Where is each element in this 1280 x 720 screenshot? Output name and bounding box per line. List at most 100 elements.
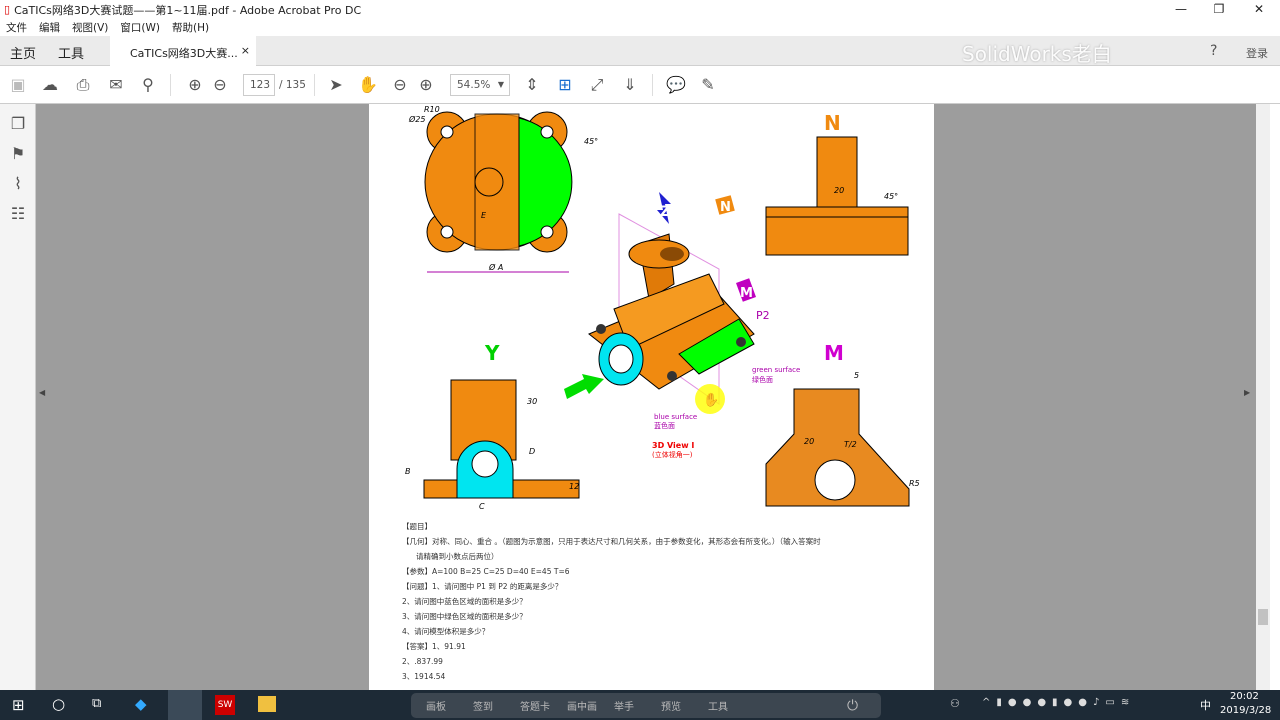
toolbar-draw-board[interactable]: 画板 xyxy=(426,698,473,713)
fit-page-icon[interactable]: ⊞ xyxy=(555,75,575,95)
menu-window[interactable]: 窗口(W) xyxy=(120,20,160,35)
previous-page-icon[interactable]: ⊕ xyxy=(185,75,205,95)
cortana-icon[interactable]: ○ xyxy=(52,695,65,713)
help-icon[interactable]: ? xyxy=(1210,43,1217,59)
toolbar-pip[interactable]: 画中画 xyxy=(567,698,614,713)
page-total: / 135 xyxy=(279,79,306,91)
pdf-icon: ▯ xyxy=(4,3,11,16)
svg-text:R10: R10 xyxy=(424,105,440,114)
file-explorer-icon[interactable] xyxy=(258,696,276,712)
toolbar-preview[interactable]: 预览 xyxy=(661,698,708,713)
hand-tool-icon[interactable]: ✋ xyxy=(358,75,378,95)
power-icon[interactable]: ⏻ xyxy=(847,698,858,714)
toolbar: ▣ ☁ ⎙ ✉ ⚲ ⊕ ⊖ 123 / 135 ➤ ✋ ⊖ ⊕ 54.5% ▼ ⇕… xyxy=(0,66,1280,104)
attachment-icon[interactable]: ⌇ xyxy=(8,174,28,194)
toolbar-tools[interactable]: 工具 xyxy=(708,698,755,713)
windows-start-icon[interactable]: ⊞ xyxy=(12,696,25,714)
read-mode-icon[interactable]: ⇓ xyxy=(620,75,640,95)
watermark: SolidWorks老白 xyxy=(962,42,1112,66)
pen-icon[interactable]: ✎ xyxy=(698,75,718,95)
solidworks-taskbar-icon[interactable]: SW xyxy=(215,695,235,715)
people-icon[interactable]: ⚇ xyxy=(950,697,960,710)
tab-home[interactable]: 主页 xyxy=(10,43,36,62)
scroll-mode-icon[interactable]: ⇕ xyxy=(522,75,542,95)
svg-text:12: 12 xyxy=(569,482,579,491)
svg-text:30: 30 xyxy=(527,397,537,406)
document-tab-label: CaTICs网络3D大赛... xyxy=(130,47,238,60)
taskbar: ⊞ ○ ⧉ ◆ SW 画板 签到 答题卡 画中画 举手 预览 工具 ⏻ ⚇ ^▮… xyxy=(0,690,1280,720)
close-button[interactable]: ✕ xyxy=(1240,0,1278,19)
svg-text:C: C xyxy=(479,502,485,511)
search-icon[interactable]: ⚲ xyxy=(138,75,158,95)
save-icon[interactable]: ▣ xyxy=(8,75,28,95)
menu-help[interactable]: 帮助(H) xyxy=(172,20,209,35)
floating-class-toolbar: 画板 签到 答题卡 画中画 举手 预览 工具 ⏻ xyxy=(411,693,881,718)
label-m: M xyxy=(824,341,844,365)
close-tab-button[interactable]: × xyxy=(241,44,250,57)
login-link[interactable]: 登录 xyxy=(1246,45,1268,61)
svg-text:blue surface: blue surface xyxy=(654,413,697,421)
acrobat-taskbar-icon[interactable] xyxy=(168,690,202,720)
full-screen-icon[interactable]: ⤢ xyxy=(587,75,607,95)
vertical-scrollbar[interactable] xyxy=(1256,104,1270,690)
svg-text:5: 5 xyxy=(854,371,859,380)
svg-text:45°: 45° xyxy=(884,192,898,201)
title-bar: ▯ CaTICs网络3D大赛试题——第1~11届.pdf - Adobe Acr… xyxy=(0,0,1280,19)
maximize-button[interactable]: ❐ xyxy=(1200,0,1238,19)
svg-text:Ø25: Ø25 xyxy=(408,114,425,124)
comment-icon[interactable]: 💬 xyxy=(666,75,686,95)
svg-text:20: 20 xyxy=(834,186,844,195)
tab-bar: 主页 工具 CaTICs网络3D大赛... × SolidWorks老白 ? 登… xyxy=(0,36,1280,66)
toolbar-sign-in[interactable]: 签到 xyxy=(473,698,520,713)
task-view-icon[interactable]: ⧉ xyxy=(92,696,101,711)
menu-file[interactable]: 文件 xyxy=(6,20,27,35)
svg-text:3D View I: 3D View I xyxy=(652,441,694,450)
select-cursor-icon[interactable]: ➤ xyxy=(326,75,346,95)
page-number-input[interactable]: 123 xyxy=(243,74,275,96)
menu-view[interactable]: 视图(V) xyxy=(72,20,108,35)
svg-text:N: N xyxy=(720,200,731,215)
collapse-left-icon[interactable]: ◀ xyxy=(39,388,45,397)
svg-text:Z: Z xyxy=(660,204,670,220)
label-y: Y xyxy=(484,341,500,365)
print-icon[interactable]: ⎙ xyxy=(73,75,93,95)
scroll-thumb[interactable] xyxy=(1258,609,1268,625)
tab-tools[interactable]: 工具 xyxy=(58,43,84,62)
collapse-right-icon[interactable]: ▶ xyxy=(1244,388,1250,397)
zoom-select[interactable]: 54.5% ▼ xyxy=(450,74,510,96)
question-text: 【题目】 【几何】对称、同心、重合 。（题图为示意图，只用于表达尺寸和几何关系，… xyxy=(402,522,821,681)
minimize-button[interactable]: — xyxy=(1162,0,1200,19)
email-icon[interactable]: ✉ xyxy=(106,75,126,95)
pages-icon[interactable]: ❐ xyxy=(8,114,28,134)
svg-text:45°: 45° xyxy=(584,137,598,146)
svg-text:20: 20 xyxy=(804,437,814,446)
next-page-icon[interactable]: ⊖ xyxy=(210,75,230,95)
zoom-value: 54.5% xyxy=(457,79,491,91)
zoom-in-icon[interactable]: ⊕ xyxy=(416,75,436,95)
window-title: CaTICs网络3D大赛试题——第1~11届.pdf - Adobe Acrob… xyxy=(14,3,362,17)
toolbar-answer-card[interactable]: 答题卡 xyxy=(520,698,567,713)
toolbar-raise-hand[interactable]: 举手 xyxy=(614,698,661,713)
menu-edit[interactable]: 编辑 xyxy=(39,20,60,35)
app-icon[interactable]: ◆ xyxy=(135,695,147,713)
svg-text:R5: R5 xyxy=(909,479,920,488)
svg-text:蓝色面: 蓝色面 xyxy=(654,421,675,430)
tab-document[interactable]: CaTICs网络3D大赛... × xyxy=(110,36,256,66)
label-n: N xyxy=(824,111,841,135)
svg-text:T/2: T/2 xyxy=(844,440,857,449)
cloud-upload-icon[interactable]: ☁ xyxy=(40,75,60,95)
label-p2: P2 xyxy=(756,309,770,322)
zoom-out-icon[interactable]: ⊖ xyxy=(390,75,410,95)
clock-time[interactable]: 20:02 xyxy=(1230,691,1259,702)
system-tray-icons[interactable]: ^▮●●●▮●●♪▭≋ xyxy=(982,697,1135,708)
menu-bar: 文件 编辑 视图(V) 窗口(W) 帮助(H) xyxy=(0,19,1280,36)
svg-text:M: M xyxy=(740,286,753,301)
3d-view: Z N M P2 green surface 绿色面 blue surface … xyxy=(564,192,800,459)
svg-text:B: B xyxy=(405,467,411,476)
top-view: Ø A Ø25 R10 45° E xyxy=(408,105,598,273)
chevron-down-icon: ▼ xyxy=(497,80,504,89)
ime-indicator[interactable]: 中 xyxy=(1200,697,1211,713)
bookmark-icon[interactable]: ⚑ xyxy=(8,144,28,164)
clock-date[interactable]: 2019/3/28 xyxy=(1220,705,1271,716)
layers-icon[interactable]: ☷ xyxy=(8,204,28,224)
